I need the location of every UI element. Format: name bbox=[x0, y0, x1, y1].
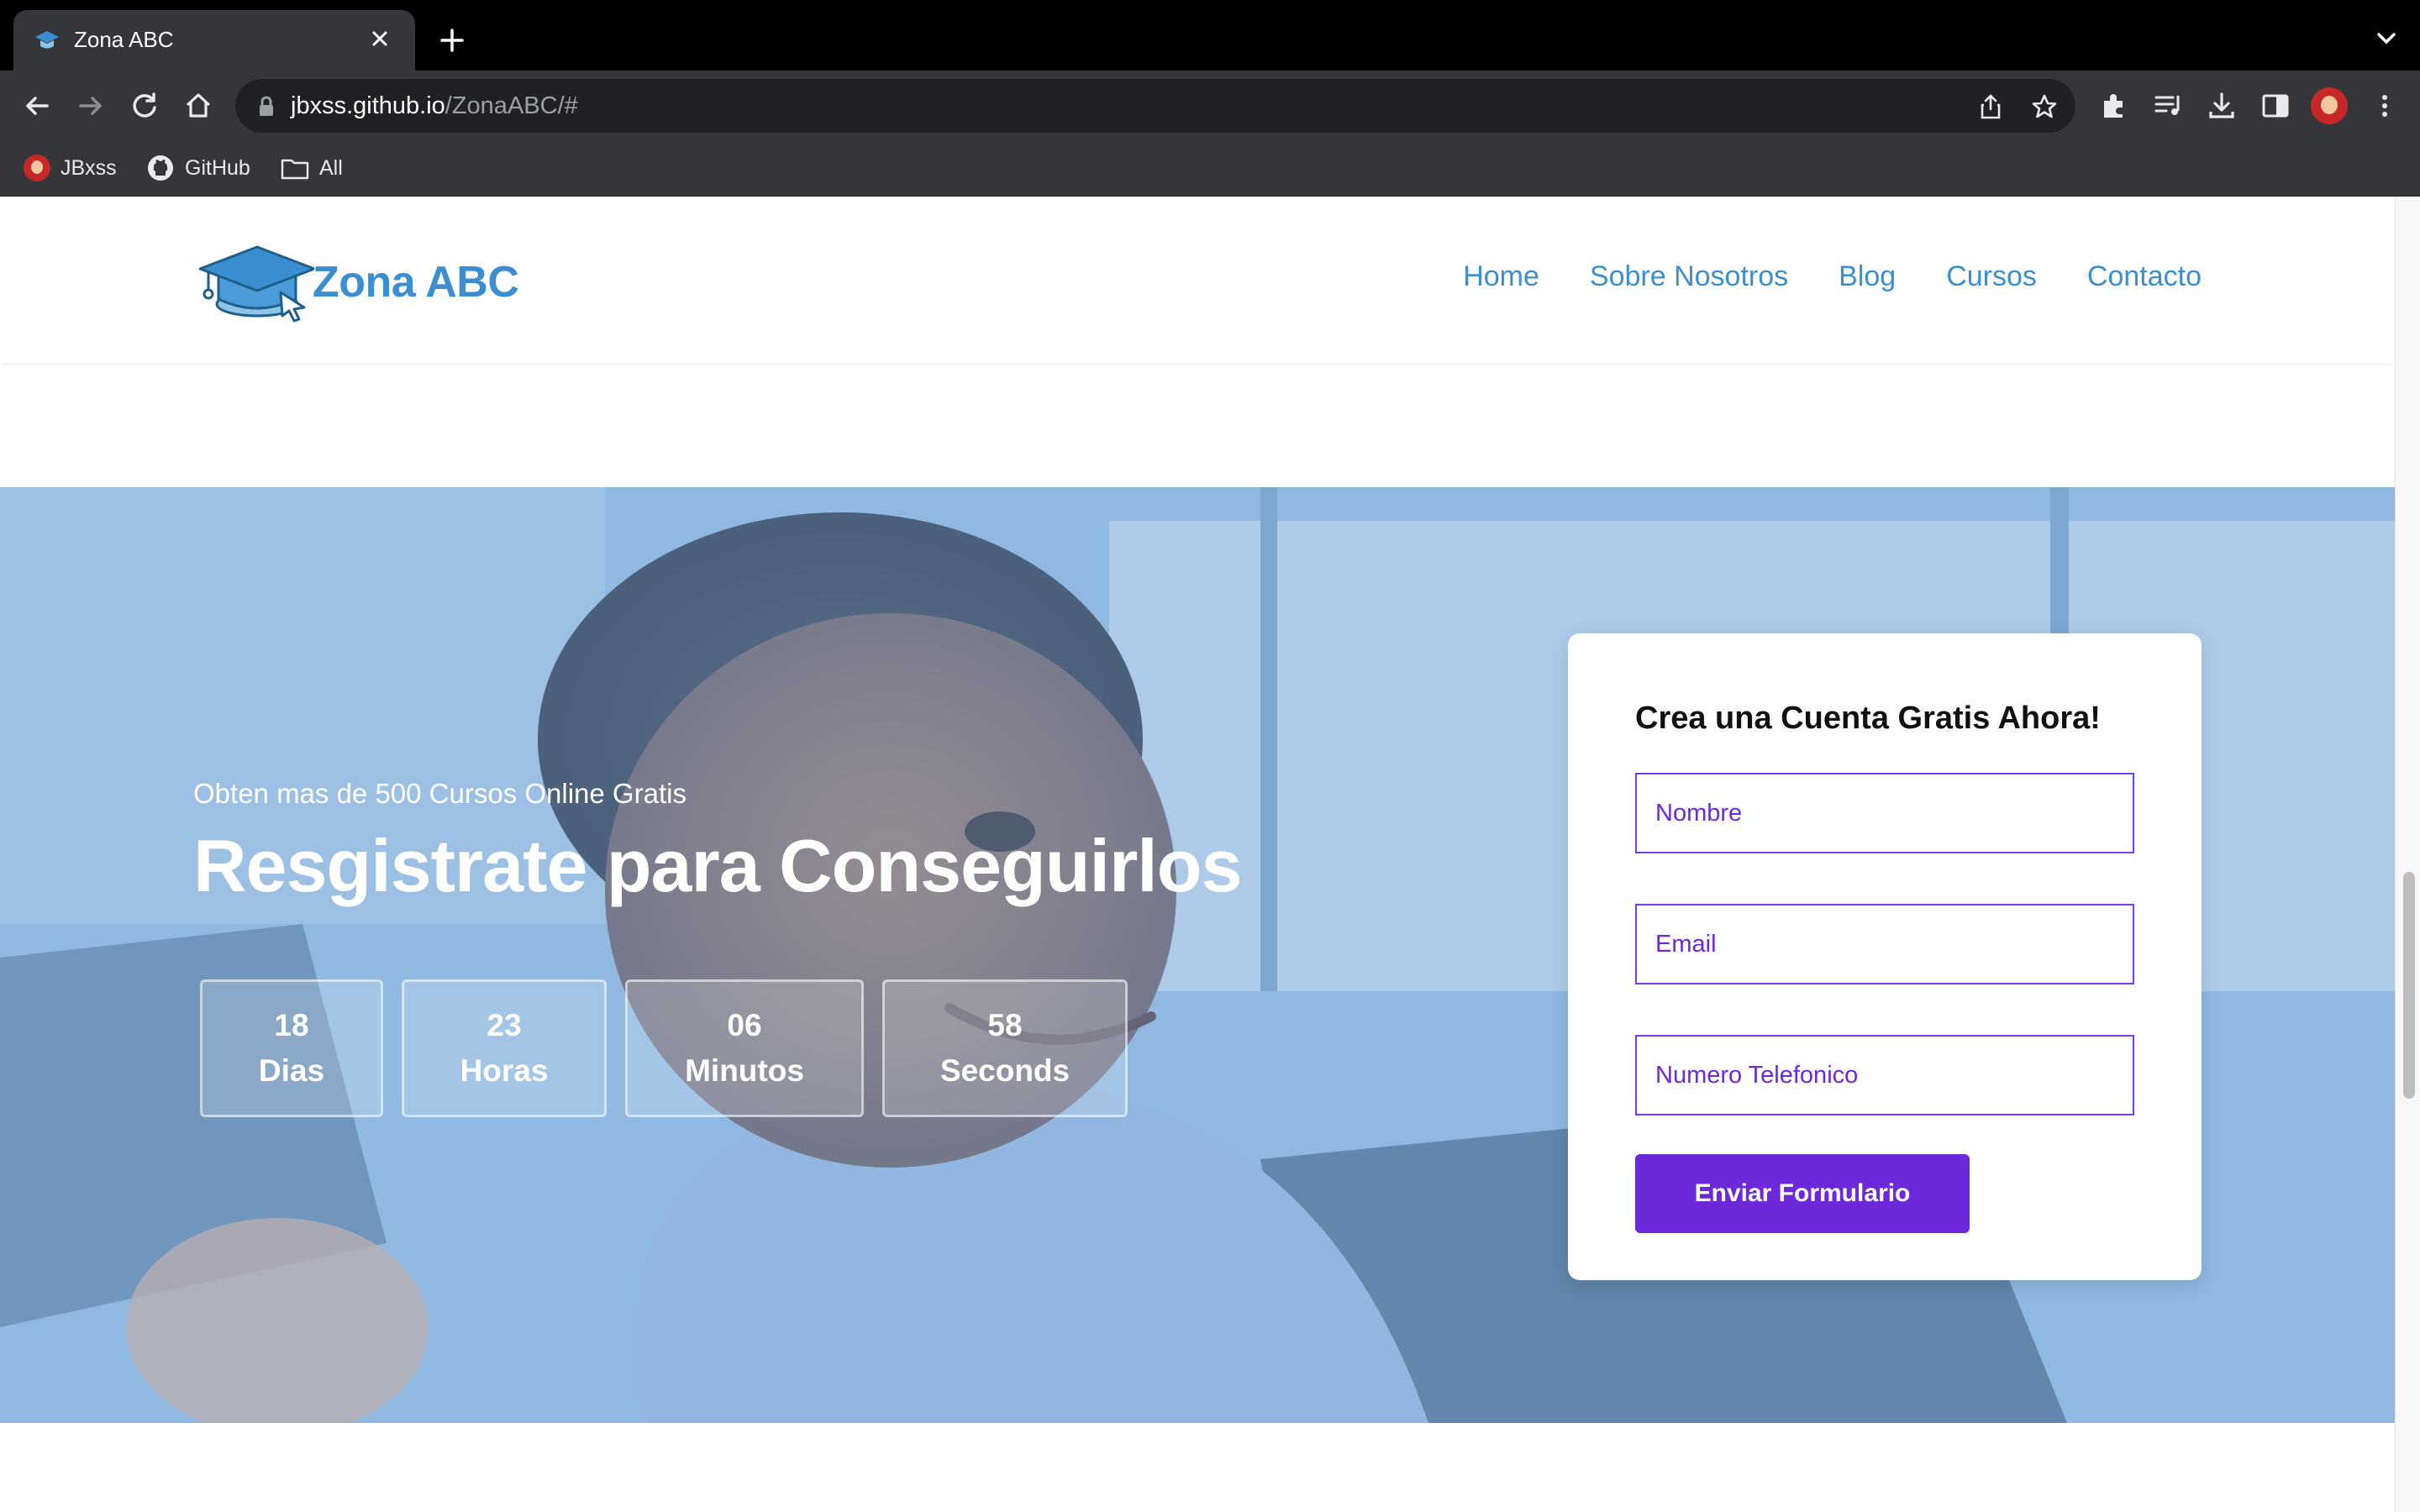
countdown-unit: Seconds bbox=[939, 1053, 1071, 1088]
github-icon bbox=[148, 155, 173, 181]
folder-icon bbox=[281, 159, 309, 180]
url-text[interactable]: jbxss.github.io/ZonaABC/# bbox=[291, 92, 578, 120]
new-tab-icon[interactable] bbox=[437, 25, 467, 55]
lock-icon[interactable] bbox=[257, 96, 276, 118]
countdown-minutes: 06 Minutos bbox=[625, 979, 864, 1117]
nav-contacto[interactable]: Contacto bbox=[2087, 260, 2202, 293]
countdown-value: 23 bbox=[487, 1008, 522, 1043]
countdown-value: 18 bbox=[274, 1008, 309, 1043]
more-vert-icon[interactable] bbox=[2368, 89, 2402, 123]
bookmark-folder-all[interactable]: All bbox=[281, 153, 343, 183]
countdown-timer: 18 Dias 23 Horas 06 Minutos 58 Seconds bbox=[200, 979, 1128, 1117]
address-bar[interactable]: jbxss.github.io/ZonaABC/# bbox=[235, 79, 2075, 133]
profile-avatar[interactable] bbox=[2311, 87, 2348, 124]
form-title: Crea una Cuenta Gratis Ahora! bbox=[1635, 701, 2101, 736]
name-field[interactable]: Nombre bbox=[1635, 773, 2134, 853]
page-viewport: Zona ABC Home Sobre Nosotros Blog Cursos… bbox=[0, 197, 2395, 1512]
bookmark-label: All bbox=[319, 155, 343, 180]
logo-text: Zona ABC bbox=[313, 258, 519, 307]
chevron-down-icon[interactable] bbox=[2373, 27, 2400, 50]
nav-sobre-nosotros[interactable]: Sobre Nosotros bbox=[1590, 260, 1788, 293]
email-field[interactable]: Email bbox=[1635, 904, 2134, 984]
bookmark-label: GitHub bbox=[185, 155, 250, 180]
phone-field[interactable]: Numero Telefonico bbox=[1635, 1035, 2134, 1116]
site-header: Zona ABC Home Sobre Nosotros Blog Cursos… bbox=[0, 197, 2395, 363]
avatar-icon bbox=[24, 155, 50, 181]
tab-title: Zona ABC bbox=[74, 27, 174, 52]
extensions-puzzle-icon[interactable] bbox=[2097, 89, 2131, 123]
countdown-value: 06 bbox=[727, 1008, 762, 1043]
graduation-cap-logo-icon bbox=[198, 245, 314, 323]
reload-icon[interactable] bbox=[126, 87, 163, 124]
media-queue-icon[interactable] bbox=[2151, 89, 2185, 123]
countdown-unit: Minutos bbox=[685, 1053, 804, 1088]
countdown-seconds: 58 Seconds bbox=[882, 979, 1128, 1117]
nav-cursos[interactable]: Cursos bbox=[1946, 260, 2037, 293]
scrollbar-thumb[interactable] bbox=[2403, 872, 2415, 1099]
browser-tab[interactable]: Zona ABC bbox=[13, 10, 415, 72]
hero-title: Resgistrate para Conseguirlos bbox=[193, 824, 1242, 907]
bookmark-label: JBxss bbox=[60, 155, 117, 180]
signup-form-card: Crea una Cuenta Gratis Ahora! Nombre Ema… bbox=[1568, 633, 2202, 1280]
phone-placeholder: Numero Telefonico bbox=[1655, 1061, 1859, 1089]
back-icon[interactable] bbox=[18, 87, 55, 124]
forward-icon[interactable] bbox=[72, 87, 109, 124]
countdown-unit: Dias bbox=[258, 1053, 325, 1088]
share-icon[interactable] bbox=[1976, 92, 2005, 121]
countdown-value: 58 bbox=[987, 1008, 1023, 1043]
home-icon[interactable] bbox=[180, 87, 217, 124]
countdown-unit: Horas bbox=[460, 1053, 549, 1088]
side-panel-icon[interactable] bbox=[2259, 89, 2292, 123]
site-logo[interactable]: Zona ABC bbox=[197, 239, 519, 323]
nav-blog[interactable]: Blog bbox=[1839, 260, 1896, 293]
bookmarks-bar: JBxss GitHub All bbox=[0, 141, 2420, 197]
browser-toolbar: jbxss.github.io/ZonaABC/# bbox=[0, 71, 2420, 141]
name-placeholder: Nombre bbox=[1655, 799, 1743, 827]
bookmark-github[interactable]: GitHub bbox=[146, 153, 250, 183]
bookmark-jbxss[interactable]: JBxss bbox=[24, 153, 117, 183]
main-nav: Home Sobre Nosotros Blog Cursos Contacto bbox=[1463, 260, 2202, 293]
countdown-hours: 23 Horas bbox=[402, 979, 607, 1117]
email-placeholder: Email bbox=[1655, 930, 1717, 958]
submit-button[interactable]: Enviar Formulario bbox=[1635, 1154, 1970, 1233]
hero-section: Obten mas de 500 Cursos Online Gratis Re… bbox=[0, 487, 2395, 1423]
nav-home[interactable]: Home bbox=[1463, 260, 1539, 293]
page-scrollbar[interactable] bbox=[2395, 197, 2420, 1512]
graduation-cap-icon bbox=[35, 31, 59, 49]
hero-subtitle: Obten mas de 500 Cursos Online Gratis bbox=[193, 778, 687, 809]
close-icon[interactable] bbox=[365, 24, 395, 54]
browser-tab-strip: Zona ABC bbox=[0, 0, 2420, 72]
download-icon[interactable] bbox=[2205, 89, 2238, 123]
countdown-days: 18 Dias bbox=[200, 979, 383, 1117]
bookmark-star-icon[interactable] bbox=[2030, 92, 2059, 121]
